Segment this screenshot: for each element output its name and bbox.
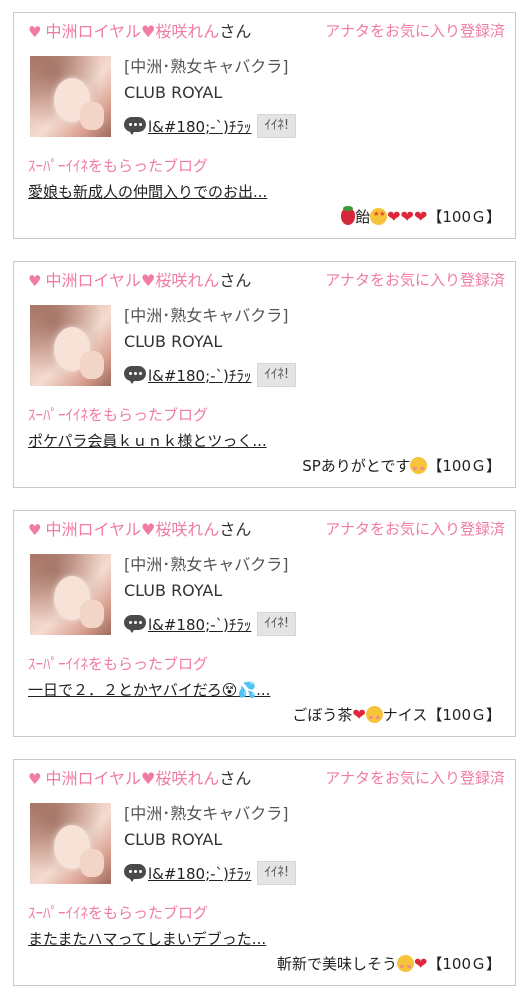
message-card: ♥ 中洲ロイヤル♥桜咲れんさん アナタをお気に入り登録済 [中洲･熟女キャバクラ]… xyxy=(13,510,516,737)
user-handle-link[interactable]: l&#180;-`)ﾁﾗｯ xyxy=(148,865,251,883)
iine-button[interactable]: ｲｲﾈ! xyxy=(257,114,297,138)
cast-name-link[interactable]: 中洲ロイヤル♥桜咲れん xyxy=(45,271,219,290)
blog-title-link[interactable]: 一日で２．２とかヤバイだろ😵💦... xyxy=(28,679,270,700)
cast-name-link[interactable]: 中洲ロイヤル♥桜咲れん xyxy=(45,22,219,41)
gift-message: 斬新で美味しそう ❤【100Ｇ】 xyxy=(276,954,501,973)
club-name: CLUB ROYAL xyxy=(124,83,223,102)
speech-bubble-icon xyxy=(124,615,146,633)
user-handle-link[interactable]: l&#180;-`)ﾁﾗｯ xyxy=(148,616,251,634)
heart-icon: ♥ xyxy=(28,770,42,788)
club-name: CLUB ROYAL xyxy=(124,830,223,849)
super-iine-label: ｽｰﾊﾟｰｲｲﾈをもらったブログ xyxy=(28,655,209,673)
iine-button[interactable]: ｲｲﾈ! xyxy=(257,861,297,885)
shop-category: [中洲･熟女キャバクラ] xyxy=(124,804,289,823)
super-iine-label: ｽｰﾊﾟｰｲｲﾈをもらったブログ xyxy=(28,904,209,922)
super-iine-label: ｽｰﾊﾟｰｲｲﾈをもらったブログ xyxy=(28,406,209,424)
red-heart-icon: ❤ xyxy=(352,705,366,724)
shop-category: [中洲･熟女キャバクラ] xyxy=(124,555,289,574)
message-card: ♥ 中洲ロイヤル♥桜咲れんさん アナタをお気に入り登録済 [中洲･熟女キャバクラ]… xyxy=(13,12,516,239)
honorific: さん xyxy=(219,769,252,788)
star-struck-face-icon xyxy=(370,208,388,225)
iine-button[interactable]: ｲｲﾈ! xyxy=(257,363,297,387)
strawberry-icon xyxy=(341,206,356,225)
red-heart-icon: ❤ xyxy=(413,954,428,973)
cast-name-link[interactable]: 中洲ロイヤル♥桜咲れん xyxy=(45,520,219,539)
shop-category: [中洲･熟女キャバクラ] xyxy=(124,57,289,76)
smiling-face-with-hearts-icon xyxy=(396,955,414,972)
avatar[interactable] xyxy=(30,803,111,884)
avatar[interactable] xyxy=(30,554,111,635)
gift-price: 【100Ｇ】 xyxy=(427,706,501,724)
heart-icon: ♥ xyxy=(28,521,42,539)
blog-title-link[interactable]: 愛娘も新成人の仲間入りでのお出... xyxy=(28,181,267,202)
honorific: さん xyxy=(219,22,252,41)
super-iine-label: ｽｰﾊﾟｰｲｲﾈをもらったブログ xyxy=(28,157,209,175)
user-handle-link[interactable]: l&#180;-`)ﾁﾗｯ xyxy=(148,367,251,385)
speech-bubble-icon xyxy=(124,864,146,882)
honorific: さん xyxy=(219,271,252,290)
avatar[interactable] xyxy=(30,56,111,137)
honorific: さん xyxy=(219,520,252,539)
heart-icon: ♥ xyxy=(28,272,42,290)
favorite-status[interactable]: アナタをお気に入り登録済 xyxy=(325,269,505,290)
club-name: CLUB ROYAL xyxy=(124,581,223,600)
iine-button[interactable]: ｲｲﾈ! xyxy=(257,612,297,636)
heart-icon: ♥ xyxy=(28,23,42,41)
smiling-face-with-hearts-icon xyxy=(365,706,383,723)
shop-category: [中洲･熟女キャバクラ] xyxy=(124,306,289,325)
club-name: CLUB ROYAL xyxy=(124,332,223,351)
speech-bubble-icon xyxy=(124,117,146,135)
gift-message: 飴❤❤❤【100Ｇ】 xyxy=(341,206,501,227)
speech-bubble-icon xyxy=(124,366,146,384)
blog-title-link[interactable]: ポケパラ会員ｋｕｎｋ様とツっく... xyxy=(28,430,267,451)
message-card: ♥ 中洲ロイヤル♥桜咲れんさん アナタをお気に入り登録済 [中洲･熟女キャバクラ]… xyxy=(13,759,516,986)
gift-message: SPありがとです 【100Ｇ】 xyxy=(302,457,501,475)
gift-message: ごぼう茶❤ ナイス【100Ｇ】 xyxy=(292,705,501,724)
smiling-face-with-hearts-icon xyxy=(410,457,428,474)
gift-price: 【100Ｇ】 xyxy=(427,208,501,226)
red-heart-icon: ❤ xyxy=(400,207,414,226)
favorite-status[interactable]: アナタをお気に入り登録済 xyxy=(325,20,505,41)
cast-name-link[interactable]: 中洲ロイヤル♥桜咲れん xyxy=(45,769,219,788)
gift-price: 【100Ｇ】 xyxy=(427,457,501,475)
message-card: ♥ 中洲ロイヤル♥桜咲れんさん アナタをお気に入り登録済 [中洲･熟女キャバクラ]… xyxy=(13,261,516,488)
gift-price: 【100Ｇ】 xyxy=(427,955,501,973)
red-heart-icon: ❤ xyxy=(413,207,428,226)
favorite-status[interactable]: アナタをお気に入り登録済 xyxy=(325,767,505,788)
red-heart-icon: ❤ xyxy=(387,207,401,226)
avatar[interactable] xyxy=(30,305,111,386)
user-handle-link[interactable]: l&#180;-`)ﾁﾗｯ xyxy=(148,118,251,136)
blog-title-link[interactable]: またまたハマってしまいデブった... xyxy=(28,928,266,949)
favorite-status[interactable]: アナタをお気に入り登録済 xyxy=(325,518,505,539)
